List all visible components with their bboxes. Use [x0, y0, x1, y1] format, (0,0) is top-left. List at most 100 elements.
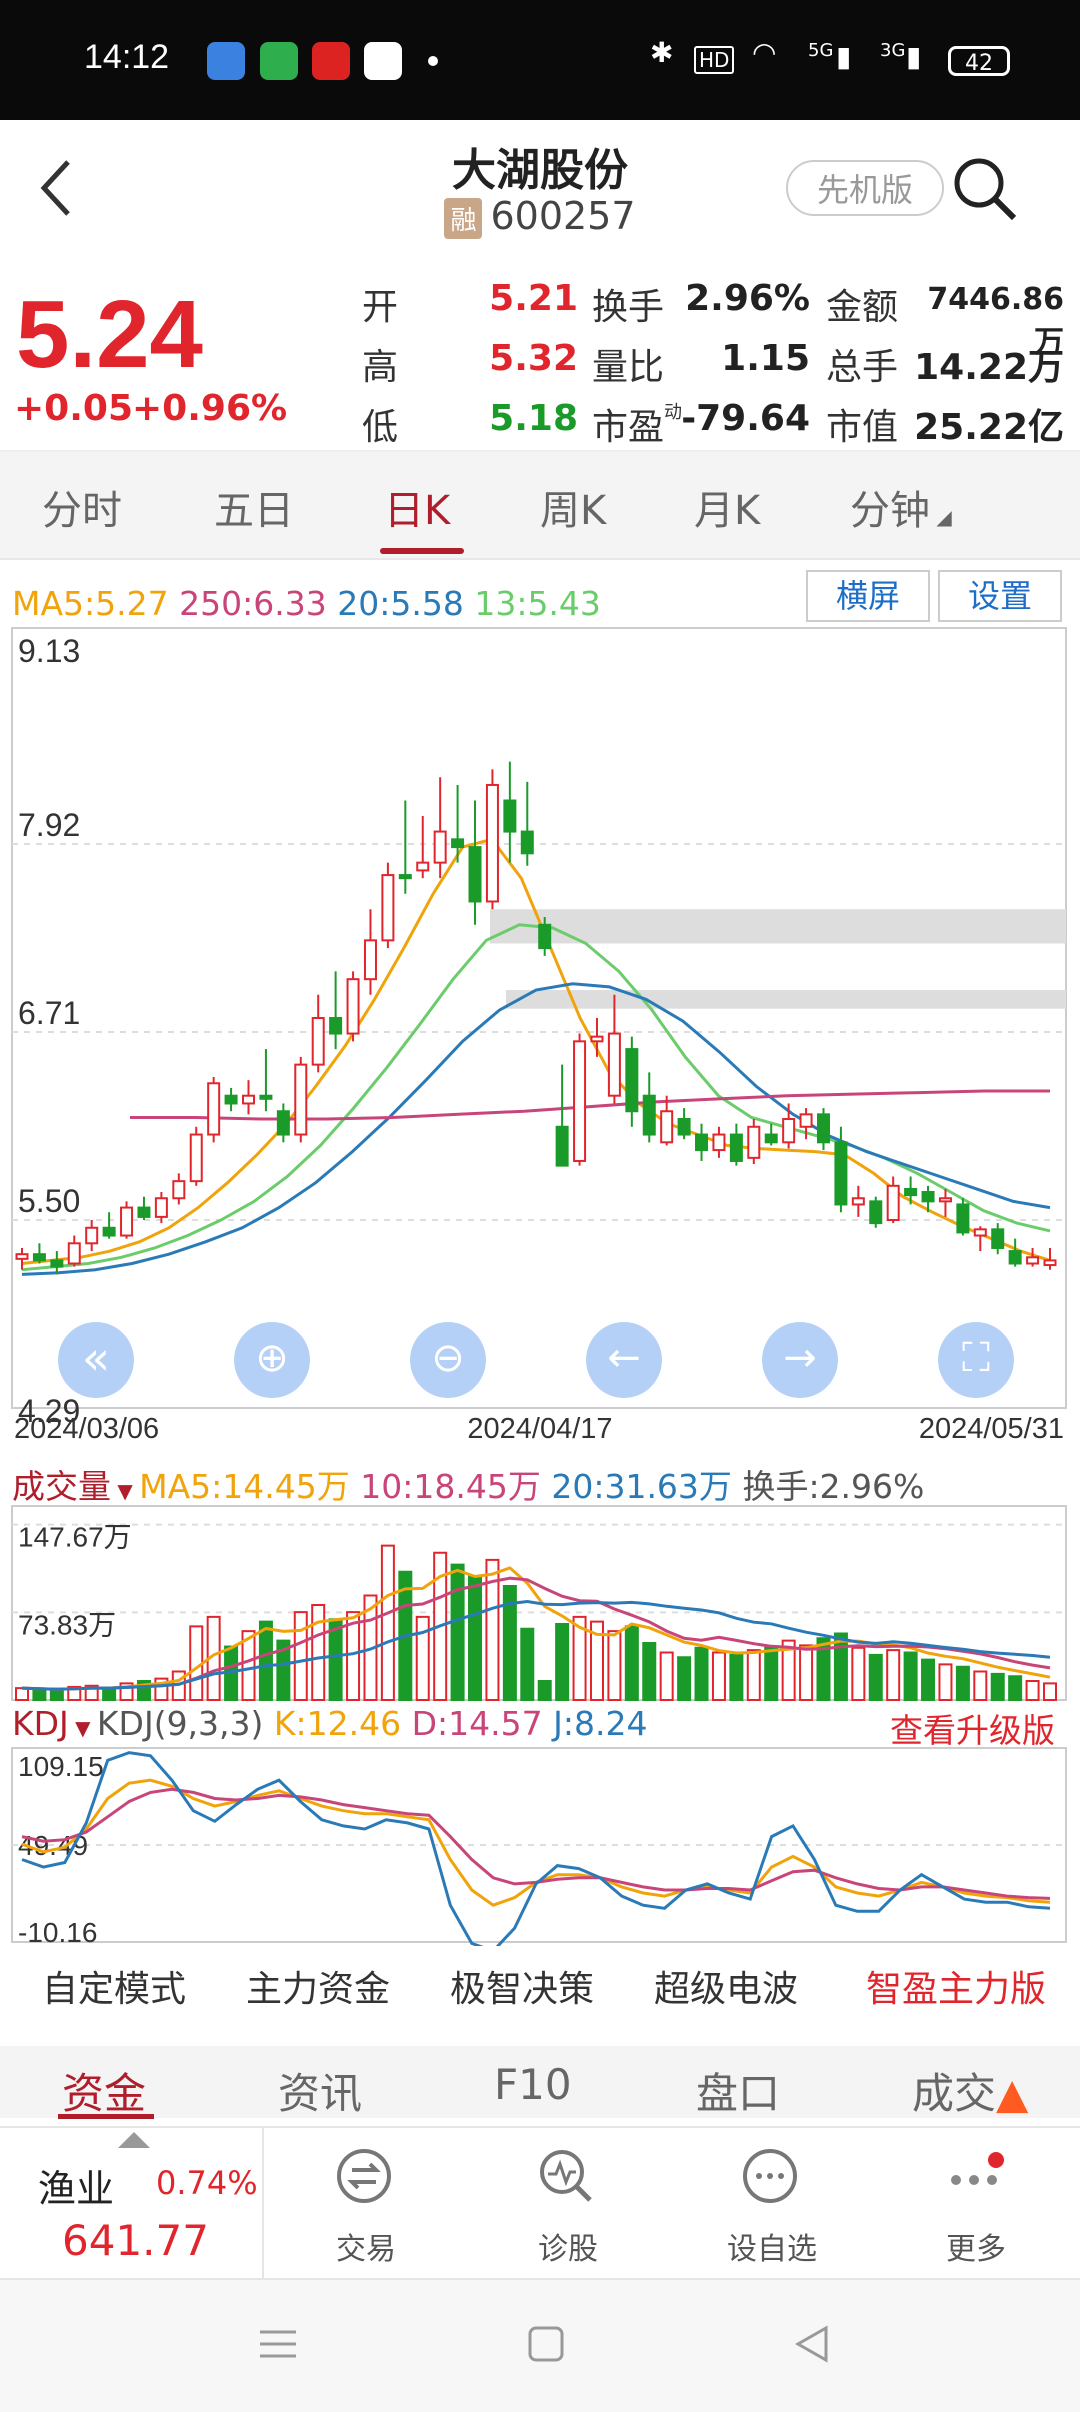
sector-name: 渔业 — [38, 2167, 115, 2211]
kline-ytick-label: 5.50 — [18, 1183, 80, 1219]
candle-body — [207, 1082, 221, 1136]
candle-body — [32, 1253, 46, 1262]
tab-weekly-k[interactable]: 周K — [540, 478, 606, 536]
wifi-icon: ◠ — [752, 36, 777, 69]
dock-diagnose[interactable]: 诊股 — [488, 2128, 648, 2278]
volume-ytick-label: 73.83万 — [18, 1609, 116, 1640]
tab-minute[interactable]: 分钟 ◢ — [850, 478, 952, 536]
candle-body — [242, 1094, 256, 1105]
total-volume-label: 总手 — [826, 347, 899, 388]
add-watchlist-label: 设自选 — [727, 2232, 817, 2267]
tab-monthly-k[interactable]: 月K — [694, 478, 760, 536]
candle-body — [276, 1110, 290, 1136]
candle-body — [851, 1197, 865, 1206]
candle-body — [67, 1242, 81, 1265]
super-wave-button[interactable]: 超级电波 — [654, 1960, 798, 2012]
candle-body — [1008, 1250, 1022, 1265]
candle-body — [468, 846, 482, 903]
tab-trades[interactable]: 成交▲ — [912, 2060, 1028, 2121]
volume-chart[interactable]: 147.67万 73.83万 — [0, 1504, 1080, 1702]
rewind-icon[interactable]: « — [58, 1322, 134, 1398]
candle-body — [1026, 1256, 1040, 1265]
total-volume-value: 14.22万 — [914, 347, 1064, 388]
tab-daily-k[interactable]: 日K — [384, 478, 450, 536]
diagnose-icon — [540, 2150, 592, 2202]
candle-body — [956, 1203, 970, 1234]
volume-dropdown-icon[interactable]: ▼ — [111, 1479, 139, 1503]
open-value: 5.21 — [489, 278, 578, 319]
kdj-j-line — [21, 1751, 1051, 1946]
fullscreen-icon[interactable]: ⛶ — [938, 1322, 1014, 1398]
tab-news[interactable]: 资讯 — [278, 2060, 362, 2121]
smart-main-version-button[interactable]: 智盈主力版 — [866, 1960, 1046, 2012]
arrow-right-icon[interactable]: → — [762, 1322, 838, 1398]
status-bar: 14:12 ✱ HD ◠ 5G ▮ 3G ▮ 42 — [0, 0, 1080, 120]
kdj-params-legend: KDJ(9,3,3) — [96, 1704, 264, 1743]
app-icon-2 — [260, 42, 298, 80]
candle-body — [346, 978, 360, 1035]
zoom-out-icon[interactable]: ⊖ — [410, 1322, 486, 1398]
kline-chart[interactable]: 9.137.926.715.504.292024/03/06 2024/04/17… — [0, 626, 1080, 1446]
app-icon-1 — [207, 42, 245, 80]
zoom-in-icon[interactable]: ⊕ — [234, 1322, 310, 1398]
custom-mode-button[interactable]: 自定模式 — [42, 1960, 186, 2012]
volume-bar — [903, 1651, 918, 1701]
kdj-chart[interactable]: 109.1549.49-10.16 — [0, 1746, 1080, 1946]
dock-more[interactable]: 更多 — [896, 2128, 1056, 2278]
sector-card[interactable]: 渔业 0.74% 641.77 — [0, 2128, 264, 2278]
home-icon[interactable] — [526, 2324, 566, 2364]
hd-icon: HD — [694, 46, 735, 74]
ma20-legend: 20:5.58 — [337, 584, 464, 623]
kdj-dropdown-icon[interactable]: ▼ — [69, 1716, 97, 1740]
volume-ratio-value: 1.15 — [721, 338, 810, 379]
volume-bar — [293, 1611, 308, 1701]
low-value: 5.18 — [489, 398, 578, 439]
volume-title[interactable]: 成交量 — [12, 1467, 111, 1506]
candle-body — [120, 1206, 134, 1237]
main-funds-button[interactable]: 主力资金 — [246, 1960, 390, 2012]
search-icon[interactable] — [952, 156, 1018, 222]
settings-button[interactable]: 设置 — [938, 570, 1062, 622]
tab-five-day[interactable]: 五日 — [214, 478, 294, 536]
back-icon[interactable] — [792, 2324, 832, 2364]
app-icon-4 — [364, 42, 402, 80]
volume-bar — [450, 1563, 465, 1701]
candle-body — [677, 1118, 691, 1136]
dock-trade[interactable]: 交易 — [286, 2128, 446, 2278]
candle-body — [729, 1133, 743, 1162]
collapse-up-icon[interactable] — [118, 2132, 150, 2148]
candle-body — [834, 1141, 848, 1206]
kline-date-label: 2024/03/06 — [14, 1413, 159, 1445]
app-icon-3 — [312, 42, 350, 80]
network-5g-icon: 5G — [808, 40, 834, 61]
smart-decision-button[interactable]: 极智决策 — [450, 1960, 594, 2012]
price-change-pct: +0.96% — [132, 388, 288, 429]
add-watchlist-icon — [743, 2149, 797, 2203]
upgrade-link[interactable]: 查看升级版 — [890, 1704, 1055, 1752]
tab-f10[interactable]: F10 — [494, 2060, 572, 2109]
candle-body — [782, 1118, 796, 1144]
kdj-title[interactable]: KDJ — [12, 1704, 69, 1743]
margin-badge: 融 — [444, 198, 483, 239]
lite-version-button[interactable]: 先机版 — [786, 160, 944, 216]
kdj-k-legend: K:12.46 — [273, 1704, 402, 1743]
tab-order-book[interactable]: 盘口 — [696, 2060, 780, 2121]
volume-legend: 成交量 ▼ MA5:14.45万 10:18.45万 20:31.63万 换手:… — [12, 1460, 924, 1508]
sector-pct: 0.74% — [156, 2164, 258, 2202]
candle-body — [15, 1253, 29, 1260]
kline-ytick-label: 7.92 — [18, 807, 80, 843]
ma20-line — [21, 982, 1051, 1276]
signal-2-icon: ▮ — [906, 40, 922, 73]
dock-add-watchlist[interactable]: 设自选 — [692, 2128, 852, 2278]
tab-intraday[interactable]: 分时 — [42, 478, 122, 536]
volume-bar — [624, 1625, 639, 1701]
menu-icon[interactable] — [258, 2324, 298, 2364]
landscape-button[interactable]: 横屏 — [806, 570, 930, 622]
volume-bar — [746, 1649, 761, 1701]
arrow-left-icon[interactable]: ← — [586, 1322, 662, 1398]
status-time: 14:12 — [84, 38, 170, 76]
tab-funds[interactable]: 资金 — [62, 2060, 146, 2121]
candle-body — [573, 1040, 587, 1162]
price-change: +0.05 — [14, 388, 133, 429]
volume-ratio-label: 量比 — [592, 347, 665, 388]
